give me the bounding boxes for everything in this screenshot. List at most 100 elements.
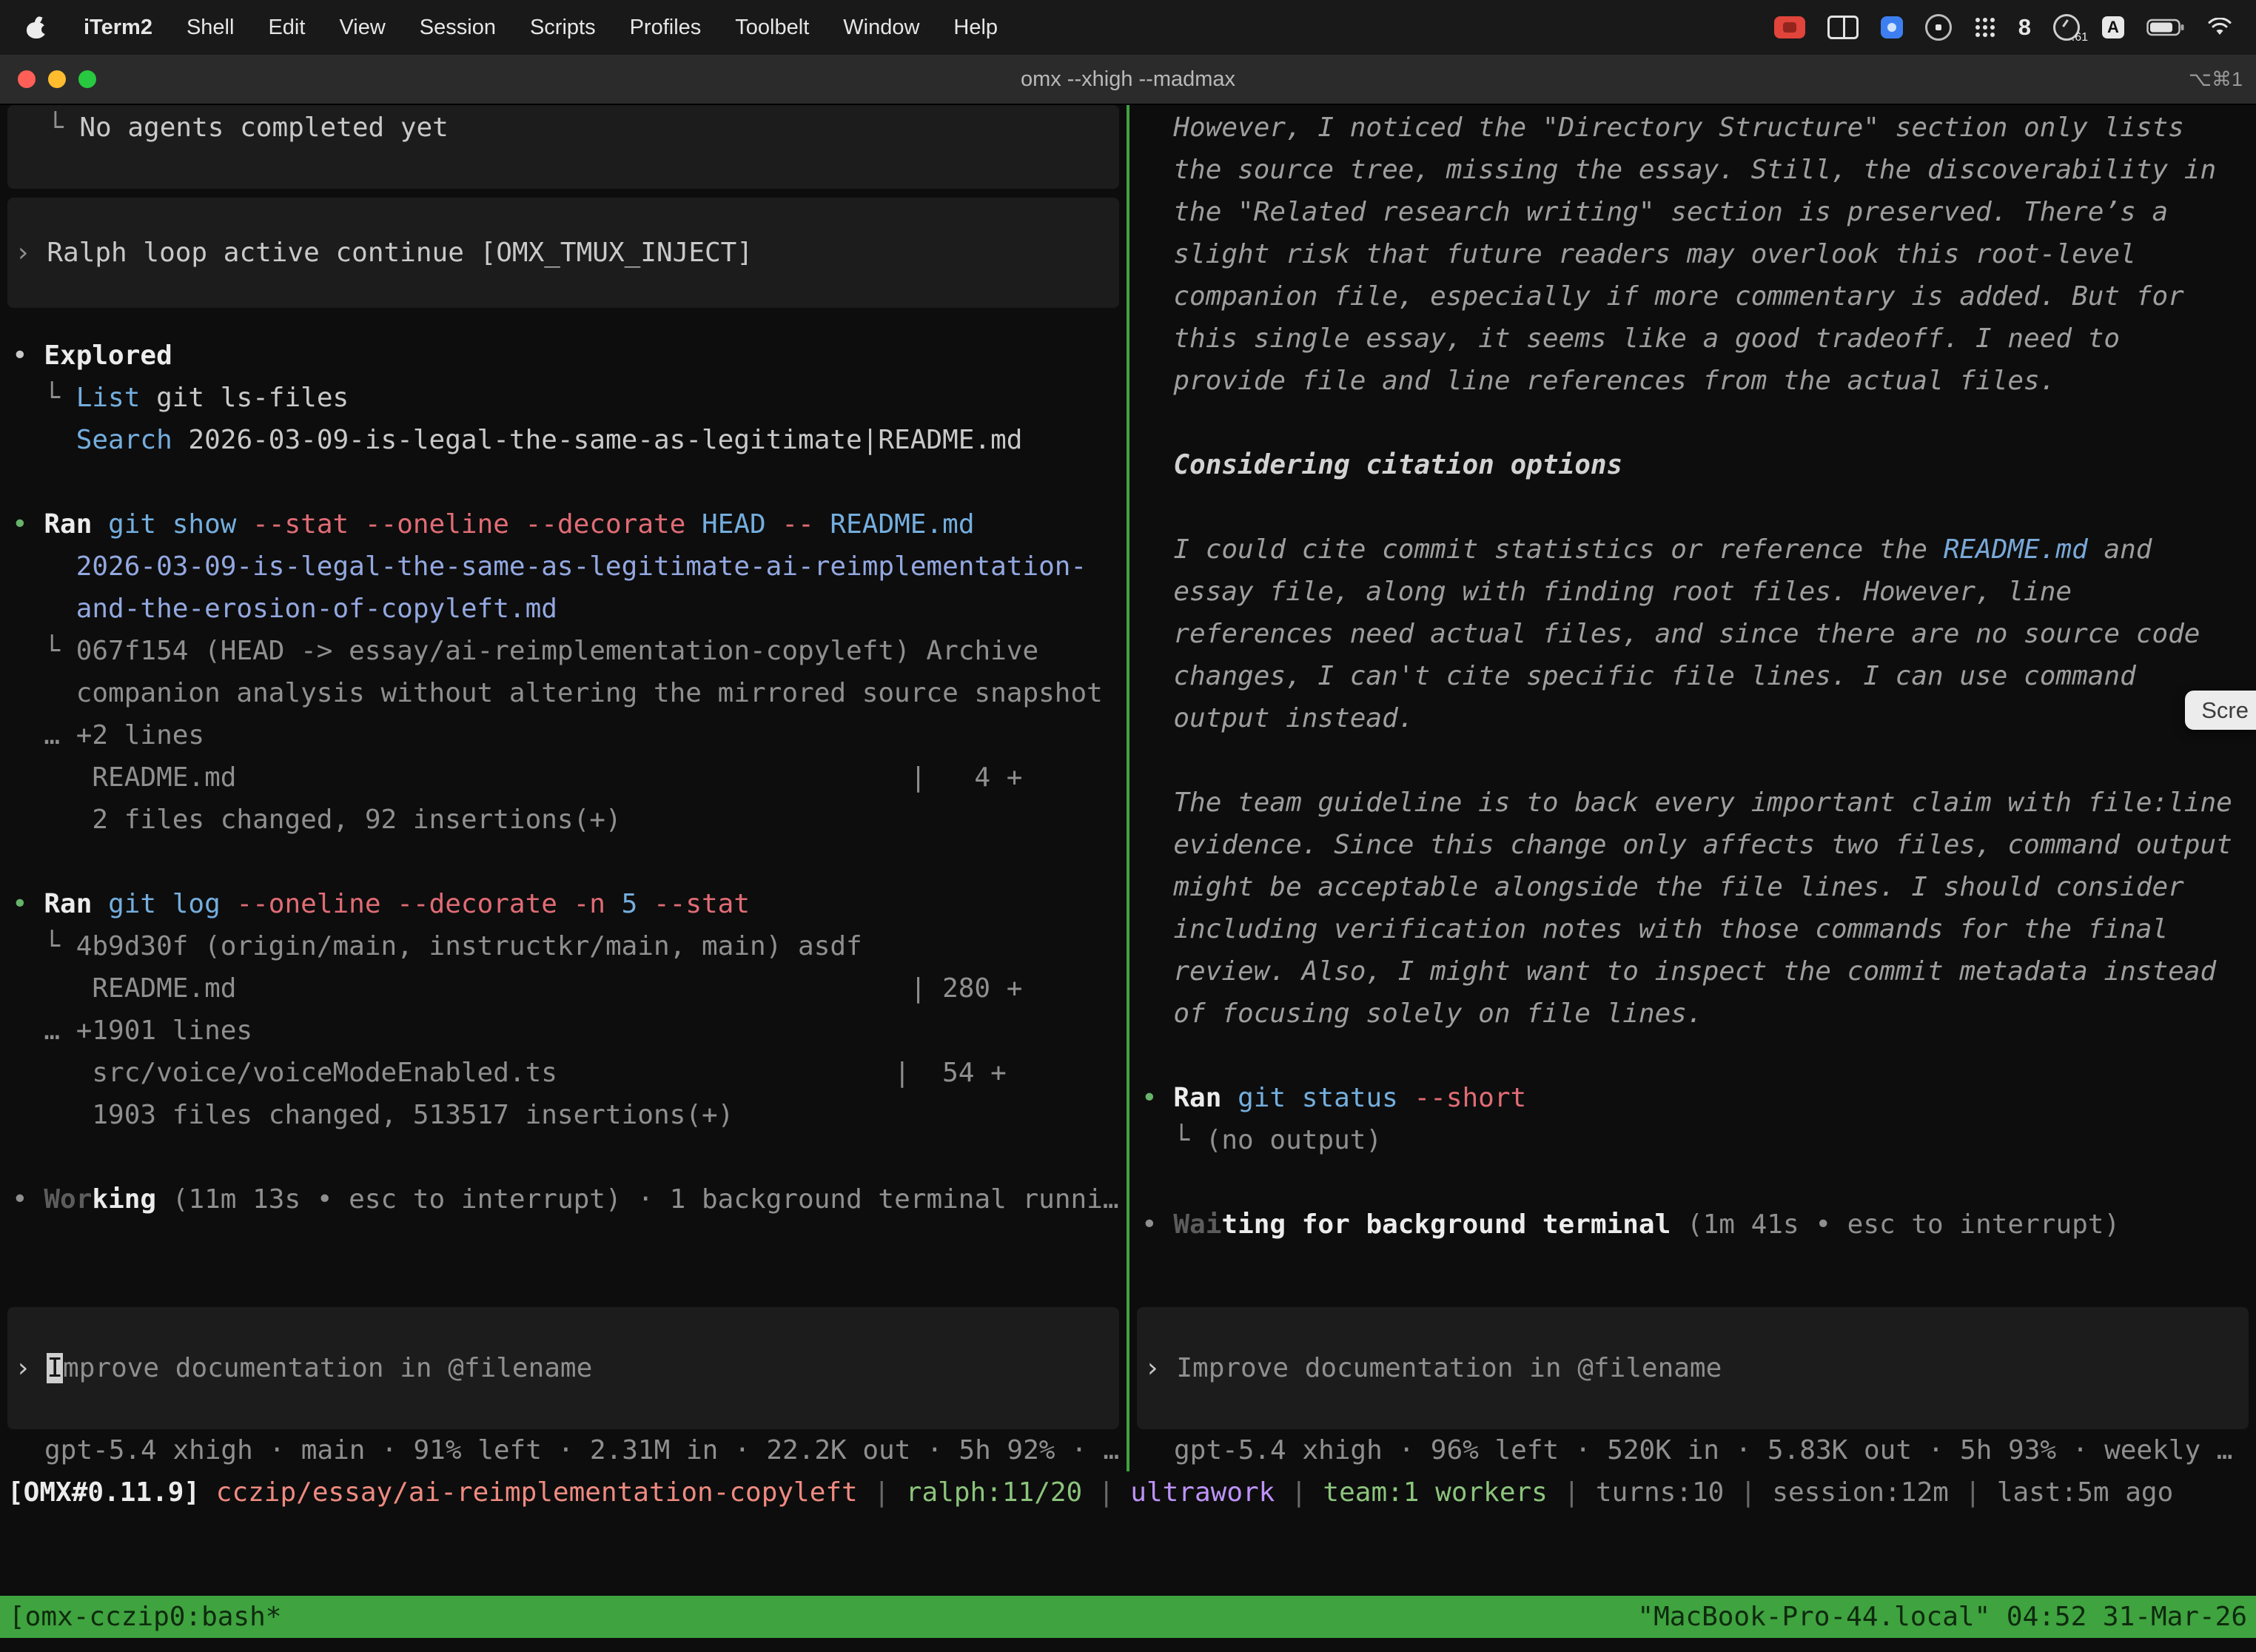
menu-item-profiles[interactable]: Profiles xyxy=(613,16,719,39)
window-manager-icon[interactable] xyxy=(1827,13,1859,42)
terminal-line: the source tree, missing the essay. Stil… xyxy=(1141,149,2256,191)
window-shortcut: ⌥⌘1 xyxy=(2189,68,2256,91)
terminal-line: 2 files changed, 92 insertions(+) xyxy=(12,799,1127,841)
terminal-line: this single essay, it seems like a good … xyxy=(1141,318,2256,360)
terminal-line: … +1901 lines xyxy=(12,1010,1127,1052)
menu-item-edit[interactable]: Edit xyxy=(251,16,322,39)
right-model-status: gpt-5.4 xhigh · 96% left · 520K in · 5.8… xyxy=(1129,1429,2256,1471)
menu-item-view[interactable]: View xyxy=(322,16,402,39)
menu-item-help[interactable]: Help xyxy=(936,16,1015,39)
menu-item-shell[interactable]: Shell xyxy=(169,16,252,39)
terminal-line: src/voice/voiceModeEnabled.ts | 54 + xyxy=(12,1052,1127,1094)
terminal-line: companion analysis without altering the … xyxy=(12,672,1127,714)
right-agent-pane: However, I noticed the "Directory Struct… xyxy=(1129,105,2256,1471)
apple-menu-icon[interactable] xyxy=(27,16,46,38)
terminal-line: companion file, especially if more comme… xyxy=(1141,275,2256,318)
menu-item-toolbelt[interactable]: Toolbelt xyxy=(718,16,826,39)
menu-item-session[interactable]: Session xyxy=(403,16,513,39)
terminal-line: • Ran git log --oneline --decorate -n 5 … xyxy=(12,883,1127,925)
terminal-line xyxy=(12,1136,1127,1178)
terminal-line: The team guideline is to back every impo… xyxy=(1141,782,2256,824)
terminal-line: However, I noticed the "Directory Struct… xyxy=(1141,107,2256,149)
terminal-line: README.md | 4 + xyxy=(12,756,1127,799)
close-window-button[interactable] xyxy=(18,70,36,88)
terminal-line xyxy=(12,461,1127,503)
terminal-line: I could cite commit statistics or refere… xyxy=(1141,528,2256,571)
screen-recording-indicator-icon[interactable] xyxy=(1774,13,1805,42)
terminal-line: • Ran git show --stat --oneline --decora… xyxy=(12,503,1127,545)
terminal-line: review. Also, I might want to inspect th… xyxy=(1141,950,2256,993)
agents-status-panel: └ No agents completed yet xyxy=(7,105,1119,189)
terminal-line: provide file and line references from th… xyxy=(1141,360,2256,402)
dark-app-icon[interactable] xyxy=(1925,13,1952,42)
right-transcript: However, I noticed the "Directory Struct… xyxy=(1129,105,2256,1246)
menu-items: iTerm2ShellEditViewSessionScriptsProfile… xyxy=(67,16,1015,40)
blue-app-icon[interactable] xyxy=(1881,13,1903,42)
terminal-line: • Explored xyxy=(12,335,1127,377)
terminal-line: references need actual files, and since … xyxy=(1141,613,2256,655)
dots-grid-icon[interactable] xyxy=(1974,13,1996,42)
screen-share-chip[interactable]: Scre xyxy=(2185,691,2256,730)
terminal-line: 2026-03-09-is-legal-the-same-as-legitima… xyxy=(12,545,1127,588)
terminal-line: • Working (11m 13s • esc to interrupt) ·… xyxy=(12,1178,1127,1220)
left-model-status: gpt-5.4 xhigh · main · 91% left · 2.31M … xyxy=(0,1429,1127,1471)
terminal-line: evidence. Since this change only affects… xyxy=(1141,824,2256,866)
window-title: omx --xhigh --madmax xyxy=(1021,67,1235,92)
ralph-loop-panel: › Ralph loop active continue [OMX_TMUX_I… xyxy=(7,198,1119,308)
terminal-line: Considering citation options xyxy=(1141,444,2256,486)
terminal-line: essay file, along with finding root file… xyxy=(1141,571,2256,613)
terminal-line: • Ran git status --short xyxy=(1141,1077,2256,1119)
minimize-window-button[interactable] xyxy=(48,70,66,88)
terminal-line xyxy=(1141,739,2256,782)
traffic-lights xyxy=(0,70,96,88)
iterm2-window: iTerm2ShellEditViewSessionScriptsProfile… xyxy=(0,0,2256,1652)
menu-item-window[interactable]: Window xyxy=(826,16,936,39)
terminal-line: └ List git ls-files xyxy=(12,377,1127,419)
macos-menu-bar: iTerm2ShellEditViewSessionScriptsProfile… xyxy=(0,0,2256,55)
terminal-line: changes, I can't cite specific file line… xyxy=(1141,655,2256,697)
tmux-status-bar: [omx-cczip0:bash* "MacBook-Pro-44.local"… xyxy=(0,1596,2256,1638)
ralph-loop-line: › Ralph loop active continue [OMX_TMUX_I… xyxy=(15,232,1119,274)
terminal-line xyxy=(1141,1035,2256,1077)
terminal-line: of focusing solely on file lines. xyxy=(1141,993,2256,1035)
right-prompt-input[interactable]: › Improve documentation in @filename xyxy=(1137,1307,2249,1429)
terminal-line: output instead. xyxy=(1141,697,2256,739)
menu-bar-status-icons: 8 .61 A xyxy=(1774,13,2237,42)
battery-icon[interactable] xyxy=(2146,13,2185,42)
wifi-icon[interactable] xyxy=(2207,13,2232,42)
terminal-line: └ 067f154 (HEAD -> essay/ai-reimplementa… xyxy=(12,630,1127,672)
terminal-line: Search 2026-03-09-is-legal-the-same-as-l… xyxy=(12,419,1127,461)
left-input-line[interactable]: › Improve documentation in @filename xyxy=(15,1347,1119,1389)
left-transcript: • Explored └ List git ls-files Search 20… xyxy=(0,308,1127,1220)
terminal-content: └ No agents completed yet › Ralph loop a… xyxy=(0,105,2256,1596)
terminal-line: the "Related research writing" section i… xyxy=(1141,191,2256,233)
terminal-line xyxy=(1141,402,2256,444)
terminal-line: and-the-erosion-of-copyleft.md xyxy=(12,588,1127,630)
menu-item-scripts[interactable]: Scripts xyxy=(513,16,613,39)
menu-item-iterm2[interactable]: iTerm2 xyxy=(67,16,169,39)
tmux-session-name: [omx-cczip0:bash* xyxy=(9,1596,281,1638)
meter-icon[interactable]: .61 xyxy=(2053,13,2080,42)
terminal-line: • Waiting for background terminal (1m 41… xyxy=(1141,1203,2256,1246)
terminal-line: README.md | 280 + xyxy=(12,967,1127,1010)
terminal-line: might be acceptable alongside the file l… xyxy=(1141,866,2256,908)
terminal-line: … +2 lines xyxy=(12,714,1127,756)
omx-session-status-bar: [OMX#0.11.9] cczip/essay/ai-reimplementa… xyxy=(0,1471,2256,1514)
terminal-line: └ 4b9d30f (origin/main, instructkr/main,… xyxy=(12,925,1127,967)
right-input-line[interactable]: › Improve documentation in @filename xyxy=(1144,1347,2249,1389)
terminal-line xyxy=(12,841,1127,883)
zoom-window-button[interactable] xyxy=(78,70,96,88)
terminal-line: including verification notes with those … xyxy=(1141,908,2256,950)
input-source-icon[interactable]: A xyxy=(2102,16,2124,38)
terminal-line: 1903 files changed, 513517 insertions(+) xyxy=(12,1094,1127,1136)
left-prompt-input[interactable]: › Improve documentation in @filename xyxy=(7,1307,1119,1429)
terminal-line xyxy=(1141,486,2256,528)
window-title-bar: omx --xhigh --madmax ⌥⌘1 xyxy=(0,55,2256,105)
tmux-panes: └ No agents completed yet › Ralph loop a… xyxy=(0,105,2256,1471)
tmux-host-clock: "MacBook-Pro-44.local" 04:52 31-Mar-26 xyxy=(1637,1596,2247,1638)
terminal-line xyxy=(1141,1161,2256,1203)
terminal-line: slight risk that future readers may over… xyxy=(1141,233,2256,275)
agents-status-line: └ No agents completed yet xyxy=(47,107,1119,149)
keystroke-counter[interactable]: 8 xyxy=(2018,13,2031,42)
terminal-line: └ (no output) xyxy=(1141,1119,2256,1161)
